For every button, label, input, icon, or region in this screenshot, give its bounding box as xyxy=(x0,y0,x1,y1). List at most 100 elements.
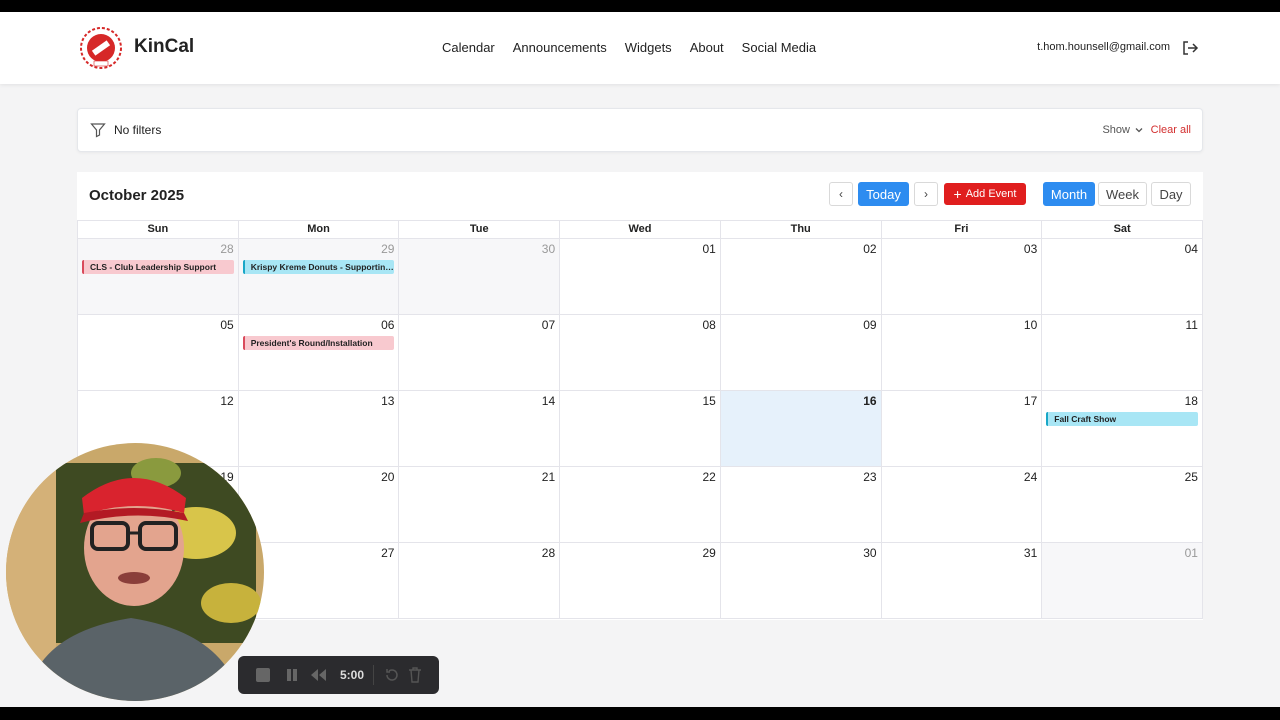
day-number: 17 xyxy=(1023,394,1038,408)
day-cell[interactable]: 04 xyxy=(1042,239,1203,315)
chevron-down-icon xyxy=(1135,128,1143,133)
day-number: 14 xyxy=(541,394,556,408)
weekday-wed: Wed xyxy=(560,221,721,239)
day-cell[interactable]: 29 Krispy Kreme Donuts - Supporting Kin xyxy=(238,239,400,315)
day-cell[interactable]: 01 xyxy=(560,239,721,315)
day-number: 18 xyxy=(1184,394,1198,408)
weekday-mon: Mon xyxy=(238,221,400,239)
nav-announcements[interactable]: Announcements xyxy=(513,40,607,55)
day-cell[interactable]: 23 xyxy=(720,467,882,543)
day-number: 12 xyxy=(220,394,234,408)
filter-bar: No filters Show Clear all xyxy=(77,108,1203,152)
day-number: 07 xyxy=(541,318,556,332)
day-cell[interactable]: 06 President's Round/Installation xyxy=(238,315,400,391)
day-number: 03 xyxy=(1023,242,1038,256)
trash-icon[interactable] xyxy=(408,667,422,688)
week-row: 12 13 14 15 16 17 18 Fall Craft Show xyxy=(77,391,1203,467)
screen-top-border xyxy=(0,0,1280,12)
day-number: 30 xyxy=(863,546,877,560)
day-cell[interactable]: 29 xyxy=(560,543,721,619)
day-cell[interactable]: 30 xyxy=(720,543,882,619)
day-number: 30 xyxy=(541,242,556,256)
clear-all-button[interactable]: Clear all xyxy=(1151,124,1191,136)
day-cell[interactable]: 17 xyxy=(881,391,1043,467)
recording-timer: 5:00 xyxy=(340,668,365,682)
day-cell[interactable]: 13 xyxy=(238,391,400,467)
calendar-event[interactable]: CLS - Club Leadership Support xyxy=(82,260,234,274)
day-cell[interactable]: 02 xyxy=(720,239,882,315)
day-cell[interactable]: 18 Fall Craft Show xyxy=(1042,391,1203,467)
toolbar-divider xyxy=(373,665,374,685)
day-number: 15 xyxy=(702,394,716,408)
prev-month-button[interactable]: ‹ xyxy=(829,182,853,206)
main-nav: Calendar Announcements Widgets About Soc… xyxy=(442,40,816,55)
day-cell[interactable]: 31 xyxy=(881,543,1043,619)
day-cell[interactable]: 05 xyxy=(78,315,239,391)
day-number: 29 xyxy=(381,242,395,256)
restart-icon[interactable] xyxy=(384,667,400,688)
screen-bottom-border xyxy=(0,707,1280,720)
day-number: 06 xyxy=(381,318,395,332)
rewind-icon[interactable] xyxy=(310,668,328,687)
weekday-fri: Fri xyxy=(881,221,1043,239)
calendar-event[interactable]: Krispy Kreme Donuts - Supporting Kin xyxy=(242,260,395,274)
day-number: 21 xyxy=(541,470,556,484)
pause-icon[interactable] xyxy=(284,667,300,688)
weekday-sun: Sun xyxy=(78,221,239,239)
next-month-button[interactable]: › xyxy=(914,182,938,206)
day-number: 08 xyxy=(702,318,716,332)
day-number: 25 xyxy=(1184,470,1198,484)
weekday-sat: Sat xyxy=(1042,221,1203,239)
view-week-button[interactable]: Week xyxy=(1098,182,1147,206)
day-number: 05 xyxy=(220,318,234,332)
day-cell[interactable]: 28 xyxy=(399,543,561,619)
brand-name[interactable]: KinCal xyxy=(134,36,194,58)
view-day-button[interactable]: Day xyxy=(1151,182,1191,206)
day-number: 28 xyxy=(541,546,556,560)
filter-status-label: No filters xyxy=(114,123,162,137)
day-number: 20 xyxy=(381,470,395,484)
calendar-event[interactable]: Fall Craft Show xyxy=(1046,412,1198,426)
day-cell[interactable]: 28 CLS - Club Leadership Support xyxy=(78,239,239,315)
nav-calendar[interactable]: Calendar xyxy=(442,40,495,55)
day-cell-today[interactable]: 16 xyxy=(720,391,882,467)
calendar-month-title: October 2025 xyxy=(89,187,185,204)
day-cell[interactable]: 14 xyxy=(399,391,561,467)
today-button[interactable]: Today xyxy=(858,182,909,206)
kin-logo[interactable] xyxy=(79,26,123,70)
nav-social-media[interactable]: Social Media xyxy=(742,40,816,55)
day-number: 13 xyxy=(381,394,395,408)
day-number: 23 xyxy=(863,470,877,484)
day-cell[interactable]: 15 xyxy=(560,391,721,467)
show-filters-toggle[interactable]: Show xyxy=(1102,124,1144,136)
view-month-button[interactable]: Month xyxy=(1043,182,1095,206)
day-number: 27 xyxy=(381,546,395,560)
week-row: 28 CLS - Club Leadership Support 29 Krispy … xyxy=(77,239,1203,315)
day-cell[interactable]: 03 xyxy=(881,239,1043,315)
day-cell[interactable]: 30 xyxy=(399,239,561,315)
day-cell[interactable]: 11 xyxy=(1042,315,1203,391)
day-number: 24 xyxy=(1023,470,1038,484)
weekday-tue: Tue xyxy=(399,221,561,239)
day-cell[interactable]: 20 xyxy=(238,467,400,543)
add-event-button[interactable]: + Add Event xyxy=(944,183,1026,205)
stop-icon[interactable] xyxy=(254,666,272,689)
day-cell[interactable]: 08 xyxy=(560,315,721,391)
day-number: 01 xyxy=(702,242,716,256)
weekday-header-row: Sun Mon Tue Wed Thu Fri Sat xyxy=(77,220,1203,239)
day-cell[interactable]: 09 xyxy=(720,315,882,391)
add-event-label: Add Event xyxy=(965,188,1017,200)
nav-widgets[interactable]: Widgets xyxy=(625,40,672,55)
nav-about[interactable]: About xyxy=(690,40,724,55)
day-cell[interactable]: 10 xyxy=(881,315,1043,391)
logout-icon[interactable] xyxy=(1181,39,1199,57)
day-cell[interactable]: 22 xyxy=(560,467,721,543)
day-cell[interactable]: 24 xyxy=(881,467,1043,543)
calendar-event[interactable]: President's Round/Installation xyxy=(242,336,395,350)
day-cell[interactable]: 07 xyxy=(399,315,561,391)
webcam-overlay xyxy=(6,443,264,701)
day-cell[interactable]: 21 xyxy=(399,467,561,543)
app-header: KinCal Calendar Announcements Widgets Ab… xyxy=(0,12,1280,84)
day-cell[interactable]: 01 xyxy=(1042,543,1203,619)
day-cell[interactable]: 25 xyxy=(1042,467,1203,543)
